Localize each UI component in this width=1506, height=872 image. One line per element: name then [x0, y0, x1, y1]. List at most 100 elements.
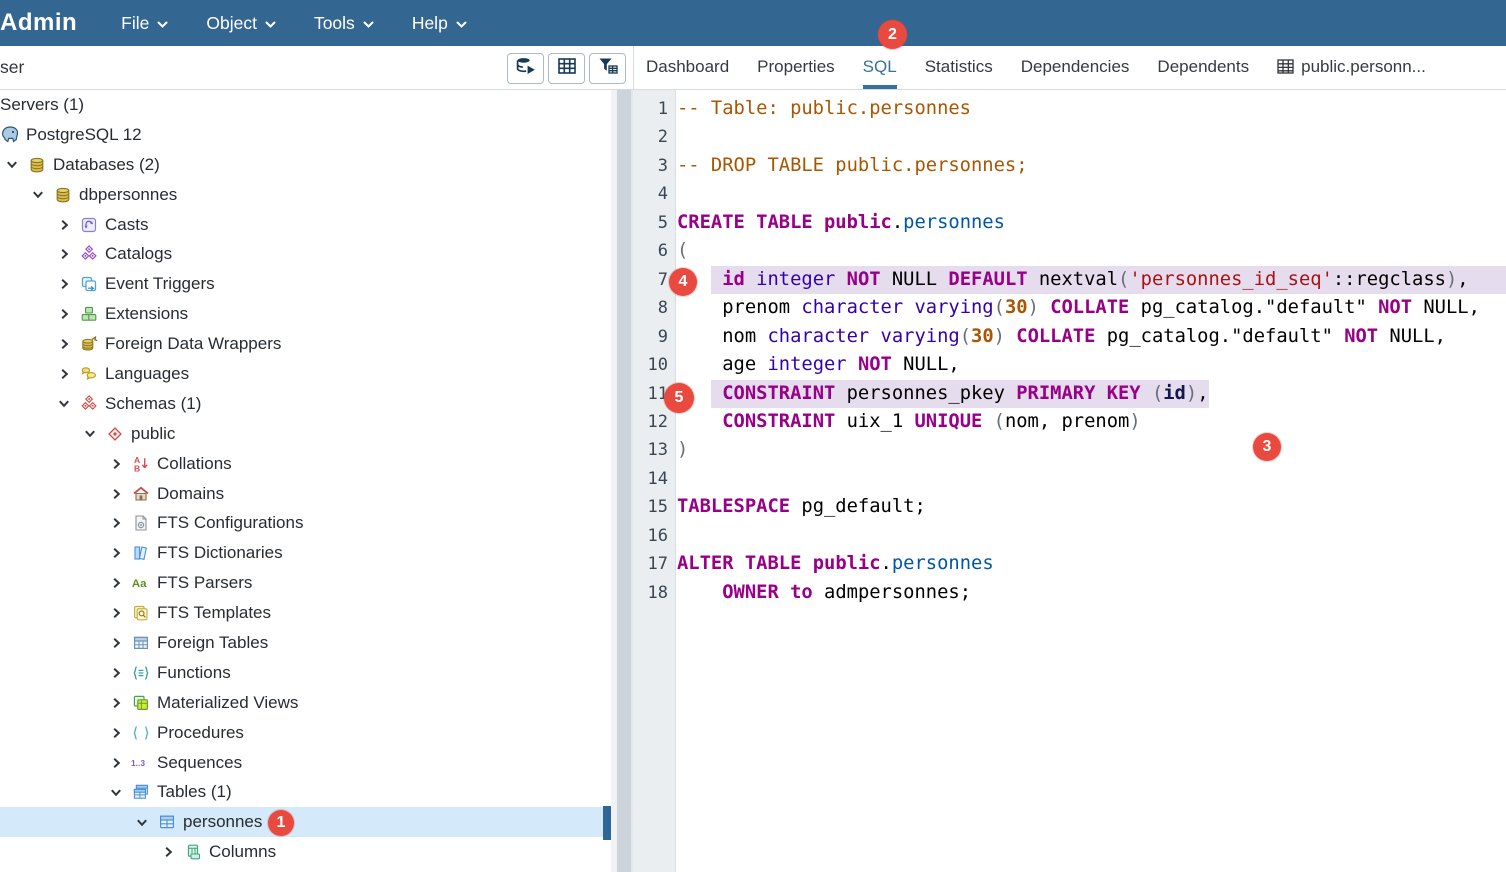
tree-item-tables-1[interactable]: Tables (1) [0, 777, 611, 807]
tree-item-label: Collations [157, 454, 232, 474]
tree-item-fts-configurations[interactable]: FTS Configurations [0, 508, 611, 538]
tree-item-foreign-data-wrappers[interactable]: Foreign Data Wrappers [0, 329, 611, 359]
tree-item-databases-2[interactable]: Databases (2) [0, 150, 611, 180]
panel-splitter[interactable] [611, 90, 633, 872]
line-number: 17 [633, 550, 676, 578]
tree-item-extensions[interactable]: Extensions [0, 299, 611, 329]
chevron-right-icon[interactable] [110, 637, 122, 649]
tree-item-dbpersonnes[interactable]: dbpersonnes [0, 180, 611, 210]
query-tool-button[interactable] [507, 53, 544, 84]
chevron-down-icon[interactable] [136, 817, 148, 828]
chevron-right-icon[interactable] [58, 338, 70, 350]
sql-code: 1-- Table: public.personnes23-- DROP TAB… [633, 95, 1506, 607]
tree-item-event-triggers[interactable]: Event Triggers [0, 269, 611, 299]
filtered-rows-button[interactable] [589, 53, 626, 84]
code-line: 14 [633, 465, 1506, 493]
tree-item-label: PostgreSQL 12 [26, 125, 142, 145]
tree-item-personnes[interactable]: personnes [0, 807, 611, 837]
tree-item-fts-parsers[interactable]: AaFTS Parsers [0, 568, 611, 598]
menu-label: Tools [314, 13, 355, 34]
chevron-right-icon[interactable] [58, 248, 70, 260]
chevron-right-icon[interactable] [110, 458, 122, 470]
sidebar-scrollbar-thumb[interactable] [603, 806, 611, 840]
tab-statistics[interactable]: Statistics [925, 46, 993, 89]
tree-item-foreign-tables[interactable]: Foreign Tables [0, 628, 611, 658]
tree-item-collations[interactable]: AB Collations [0, 449, 611, 479]
chevron-down-icon[interactable] [58, 398, 70, 409]
tab-label: Properties [757, 57, 834, 77]
tab-label: Dashboard [646, 57, 729, 77]
chevron-right-icon[interactable] [110, 757, 122, 769]
chevron-right-icon[interactable] [110, 547, 122, 559]
schemas-icon [79, 395, 99, 413]
tree-item-materialized-views[interactable]: Materialized Views [0, 688, 611, 718]
tree-item-postgresql-12[interactable]: PostgreSQL 12 [0, 120, 611, 150]
tree-item-columns[interactable]: Columns [0, 837, 611, 867]
svg-text:Aa: Aa [132, 578, 147, 590]
tab-dependents[interactable]: Dependents [1157, 46, 1249, 89]
chevron-right-icon[interactable] [58, 219, 70, 231]
table-grid-icon [1277, 59, 1294, 74]
tree-item-languages[interactable]: Languages [0, 359, 611, 389]
view-data-button[interactable] [548, 53, 585, 84]
chevron-right-icon[interactable] [58, 368, 70, 380]
tab-dashboard[interactable]: Dashboard [646, 46, 729, 89]
tree-item-fts-dictionaries[interactable]: FTS Dictionaries [0, 538, 611, 568]
chevron-right-icon[interactable] [110, 607, 122, 619]
tab-sql[interactable]: SQL [863, 46, 897, 89]
chevron-down-icon[interactable] [6, 159, 18, 170]
code-line-content [676, 465, 1506, 493]
foreign-data-wrappers-icon [79, 335, 99, 353]
tab-dependencies[interactable]: Dependencies [1021, 46, 1130, 89]
code-line: 16 [633, 522, 1506, 550]
collations-icon: AB [131, 455, 151, 473]
code-line-content: -- Table: public.personnes [676, 95, 1506, 123]
tree-item-public[interactable]: public [0, 419, 611, 449]
pgadmin-logo: Admin [0, 9, 77, 37]
chevron-right-icon[interactable] [110, 517, 122, 529]
tree-item-functions[interactable]: Functions [0, 658, 611, 688]
menu-tools[interactable]: Tools [314, 13, 374, 34]
chevron-right-icon[interactable] [58, 278, 70, 290]
tab-public-personn[interactable]: public.personn... [1277, 46, 1426, 89]
chevron-right-icon[interactable] [110, 488, 122, 500]
tab-properties[interactable]: Properties [757, 46, 834, 89]
tree-item-fts-templates[interactable]: FTS Templates [0, 598, 611, 628]
tree-item-schemas-1[interactable]: Schemas (1) [0, 389, 611, 419]
line-number: 13 [633, 436, 676, 464]
tree-item-label: FTS Templates [157, 603, 271, 623]
chevron-down-icon[interactable] [110, 787, 122, 798]
tree-item-sequences[interactable]: 1..3Sequences [0, 748, 611, 778]
code-line-content: TABLESPACE pg_default; [676, 493, 1506, 521]
chevron-right-icon[interactable] [110, 577, 122, 589]
tree-item-catalogs[interactable]: Catalogs [0, 239, 611, 269]
chevron-right-icon[interactable] [58, 308, 70, 320]
chevron-right-icon[interactable] [110, 667, 122, 679]
browser-panel-title: ser [0, 57, 24, 78]
menu-file[interactable]: File [121, 13, 168, 34]
tree-item-label: Functions [157, 663, 231, 683]
svg-text:B: B [134, 463, 140, 473]
tree-item-servers-1[interactable]: Servers (1) [0, 90, 611, 120]
tree-item-procedures[interactable]: Procedures [0, 718, 611, 748]
tree-item-casts[interactable]: Casts [0, 210, 611, 240]
sql-editor[interactable]: 1-- Table: public.personnes23-- DROP TAB… [633, 90, 1506, 872]
line-number: 2 [633, 123, 676, 151]
code-line: 17ALTER TABLE public.personnes [633, 550, 1506, 578]
chevron-down-icon[interactable] [84, 428, 96, 439]
browser-panel-header: ser [0, 46, 633, 90]
tree-item-domains[interactable]: Domains [0, 479, 611, 509]
tree-item-label: Materialized Views [157, 693, 298, 713]
chevron-right-icon[interactable] [110, 697, 122, 709]
chevron-down-icon[interactable] [32, 189, 44, 200]
filter-table-icon [597, 56, 619, 81]
tree-item-label: Languages [105, 364, 189, 384]
menu-object[interactable]: Object [206, 13, 276, 34]
domains-icon [131, 485, 151, 503]
code-line-content: nom character varying(30) COLLATE pg_cat… [676, 323, 1506, 351]
code-line: 9 nom character varying(30) COLLATE pg_c… [633, 323, 1506, 351]
chevron-right-icon[interactable] [110, 727, 122, 739]
database-play-icon [515, 56, 537, 81]
menu-help[interactable]: Help [412, 13, 467, 34]
chevron-right-icon[interactable] [162, 846, 174, 858]
